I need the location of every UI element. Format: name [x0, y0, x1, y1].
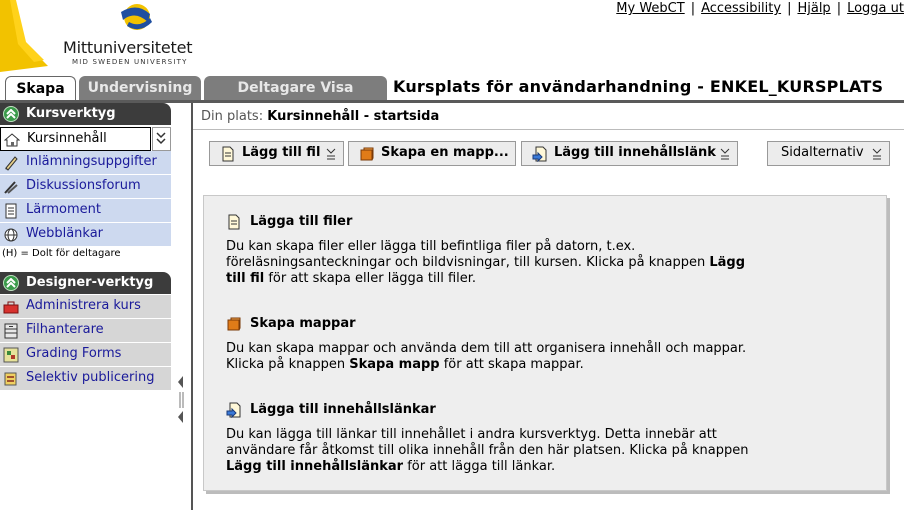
top-links: My WebCT | Accessibility | Hjälp | Logga ut [616, 1, 904, 16]
sidebar-item-kursinnehall[interactable]: Kursinnehåll [0, 127, 151, 151]
sidebar-item-selektiv-publicering[interactable]: Selektiv publicering [0, 367, 171, 391]
sidebar-item-label: Grading Forms [26, 346, 122, 361]
collapse-menu-button[interactable] [152, 127, 171, 151]
link-separator: | [690, 1, 696, 16]
kursverktyg-header[interactable]: Kursverktyg [0, 103, 171, 125]
sidebar-item-webblankar[interactable]: Webblänkar [0, 223, 171, 247]
designer-verktyg-title: Designer-verktyg [26, 275, 154, 290]
globe-icon [3, 227, 19, 243]
tab-deltagare-visa[interactable]: Deltagare Visa [204, 76, 387, 101]
sidebar-item-diskussionsforum[interactable]: Diskussionsforum [0, 175, 171, 199]
add-file-button[interactable]: Lägg till fil [209, 141, 344, 166]
sidebar-item-grading-forms[interactable]: Grading Forms [0, 343, 171, 367]
page-options-label: Sidalternativ [781, 145, 864, 160]
page-options-button[interactable]: Sidalternativ [767, 141, 890, 166]
add-links-bold: Lägg till innehållslänkar [226, 459, 404, 474]
file-icon [226, 214, 242, 230]
add-links-text-b: för att lägga till länkar. [403, 459, 556, 474]
add-files-text: Du kan skapa filer eller lägga till befi… [226, 239, 761, 287]
create-folders-title: Skapa mappar [250, 316, 356, 331]
toolbox-icon [3, 299, 19, 315]
sidebar-item-label: Filhanterare [26, 322, 104, 337]
logo-name: Mittuniversitetet [63, 38, 193, 57]
publish-icon [3, 371, 19, 387]
pen-icon [3, 155, 19, 171]
create-folders-bold: Skapa mapp [349, 357, 440, 372]
collapse-circle-icon[interactable] [3, 275, 19, 291]
create-folders-text-b: för att skapa mappar. [439, 357, 584, 372]
breadcrumb: Din plats: Kursinnehåll - startsida [201, 109, 439, 124]
add-content-link-label: Lägg till innehållslänk [554, 145, 716, 160]
sidebar-item-label: Selektiv publicering [26, 370, 155, 385]
university-logo[interactable]: Mittuniversitetet MID SWEDEN UNIVERSITY [0, 0, 210, 76]
add-links-text-a: Du kan lägga till länkar till innehållet… [226, 427, 749, 458]
dropdown-icon[interactable] [719, 146, 731, 162]
panel-divider [191, 103, 193, 510]
sidebar-item-larmoment[interactable]: Lärmoment [0, 199, 171, 223]
kursverktyg-title: Kursverktyg [26, 106, 116, 121]
cabinet-icon [3, 323, 19, 339]
header: Mittuniversitetet MID SWEDEN UNIVERSITY … [0, 0, 904, 76]
dropdown-icon[interactable] [871, 146, 883, 162]
sidebar-item-label: Kursinnehåll [27, 131, 107, 146]
add-content-link-button[interactable]: Lägg till innehållslänk [521, 141, 738, 166]
sidebar-splitter[interactable] [172, 103, 192, 510]
sidebar-item-label: Administrera kurs [26, 298, 141, 313]
folder-icon [226, 316, 242, 332]
link-separator: | [836, 1, 842, 16]
pins-icon [3, 179, 19, 195]
course-title: Kursplats för användarhandning - ENKEL_K… [393, 77, 884, 96]
add-links-title: Lägga till innehållslänkar [250, 402, 436, 417]
logout-link[interactable]: Logga ut [847, 1, 904, 16]
house-icon [3, 132, 21, 148]
link-separator: | [787, 1, 792, 16]
sidebar-item-label: Webblänkar [26, 226, 104, 241]
add-files-title: Lägga till filer [250, 214, 353, 229]
breadcrumb-label: Din plats: [201, 109, 264, 124]
my-webct-link[interactable]: My WebCT [616, 1, 684, 16]
sidebar-item-administrera-kurs[interactable]: Administrera kurs [0, 295, 171, 319]
create-folder-button[interactable]: Skapa en mapp... [348, 141, 516, 166]
document-icon [3, 203, 19, 219]
designer-verktyg-header[interactable]: Designer-verktyg [0, 272, 171, 294]
breadcrumb-current: Kursinnehåll - startsida [267, 109, 440, 124]
hidden-note: (H) = Dolt för deltagare [2, 248, 121, 259]
sidebar-item-label: Diskussionsforum [26, 178, 141, 193]
sidebar-item-inlamningsuppgifter[interactable]: Inlämningsuppgifter [0, 151, 171, 175]
tab-undervisning[interactable]: Undervisning [79, 76, 201, 101]
collapse-circle-icon[interactable] [3, 106, 19, 122]
sidebar-item-label: Lärmoment [26, 202, 101, 217]
folder-icon [359, 146, 375, 162]
accessibility-link[interactable]: Accessibility [701, 1, 781, 16]
grid-form-icon [3, 347, 19, 363]
help-link[interactable]: Hjälp [797, 1, 830, 16]
add-files-text-a: Du kan skapa filer eller lägga till befi… [226, 239, 710, 270]
sidebar-item-label: Inlämningsuppgifter [26, 154, 157, 169]
content-link-icon [532, 146, 548, 163]
logo-subtitle: MID SWEDEN UNIVERSITY [72, 58, 188, 66]
create-folders-text: Du kan skapa mappar och använda dem till… [226, 341, 766, 373]
dropdown-icon[interactable] [325, 146, 337, 162]
content-link-icon [226, 402, 242, 419]
create-folder-label: Skapa en mapp... [381, 145, 509, 160]
tab-skapa[interactable]: Skapa [5, 76, 76, 101]
file-icon [220, 146, 236, 162]
sidebar-item-filhanterare[interactable]: Filhanterare [0, 319, 171, 343]
add-links-text: Du kan lägga till länkar till innehållet… [226, 427, 771, 475]
breadcrumb-divider [193, 129, 904, 130]
add-files-text-b: för att skapa eller lägga till filer. [264, 271, 477, 286]
add-file-label: Lägg till fil [242, 145, 321, 160]
sidebar: Kursverktyg Kursinnehåll Inlämningsuppgi… [0, 103, 172, 510]
